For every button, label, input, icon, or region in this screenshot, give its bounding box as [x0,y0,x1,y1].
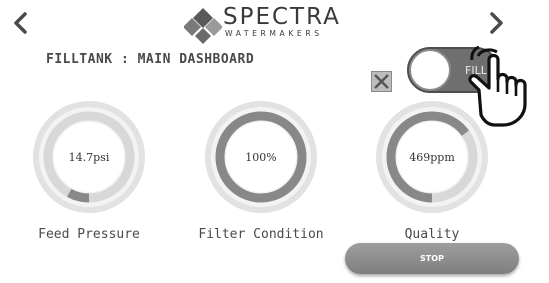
gauge-value: 14.7psi [68,150,110,164]
chevron-left-icon [14,12,27,34]
forward-button[interactable] [479,6,513,40]
logo-wordmark: SPECTRA [223,4,341,30]
pointing-hand-icon [468,45,549,130]
spectra-logo: SPECTRA WATERMAKERS [184,4,340,44]
filter-condition-gauge: 100% [203,99,319,215]
chevron-right-icon [490,12,503,34]
filter-condition-label: Filter Condition [198,227,324,242]
back-button[interactable] [4,6,38,40]
quality-label: Quality [404,227,460,242]
logo-subtitle: WATERMAKERS [225,29,323,38]
stop-button[interactable]: STOP [345,243,519,274]
feed-pressure-label: Feed Pressure [38,227,140,242]
feed-pressure-gauge: 14.7psi [31,99,147,215]
toggle-knob [409,49,451,91]
page-title: FILLTANK : MAIN DASHBOARD [46,52,255,67]
logo-mark-icon [184,8,222,44]
gauge-value: 100% [245,150,277,164]
close-box-icon [374,74,389,89]
close-button[interactable] [371,71,392,92]
